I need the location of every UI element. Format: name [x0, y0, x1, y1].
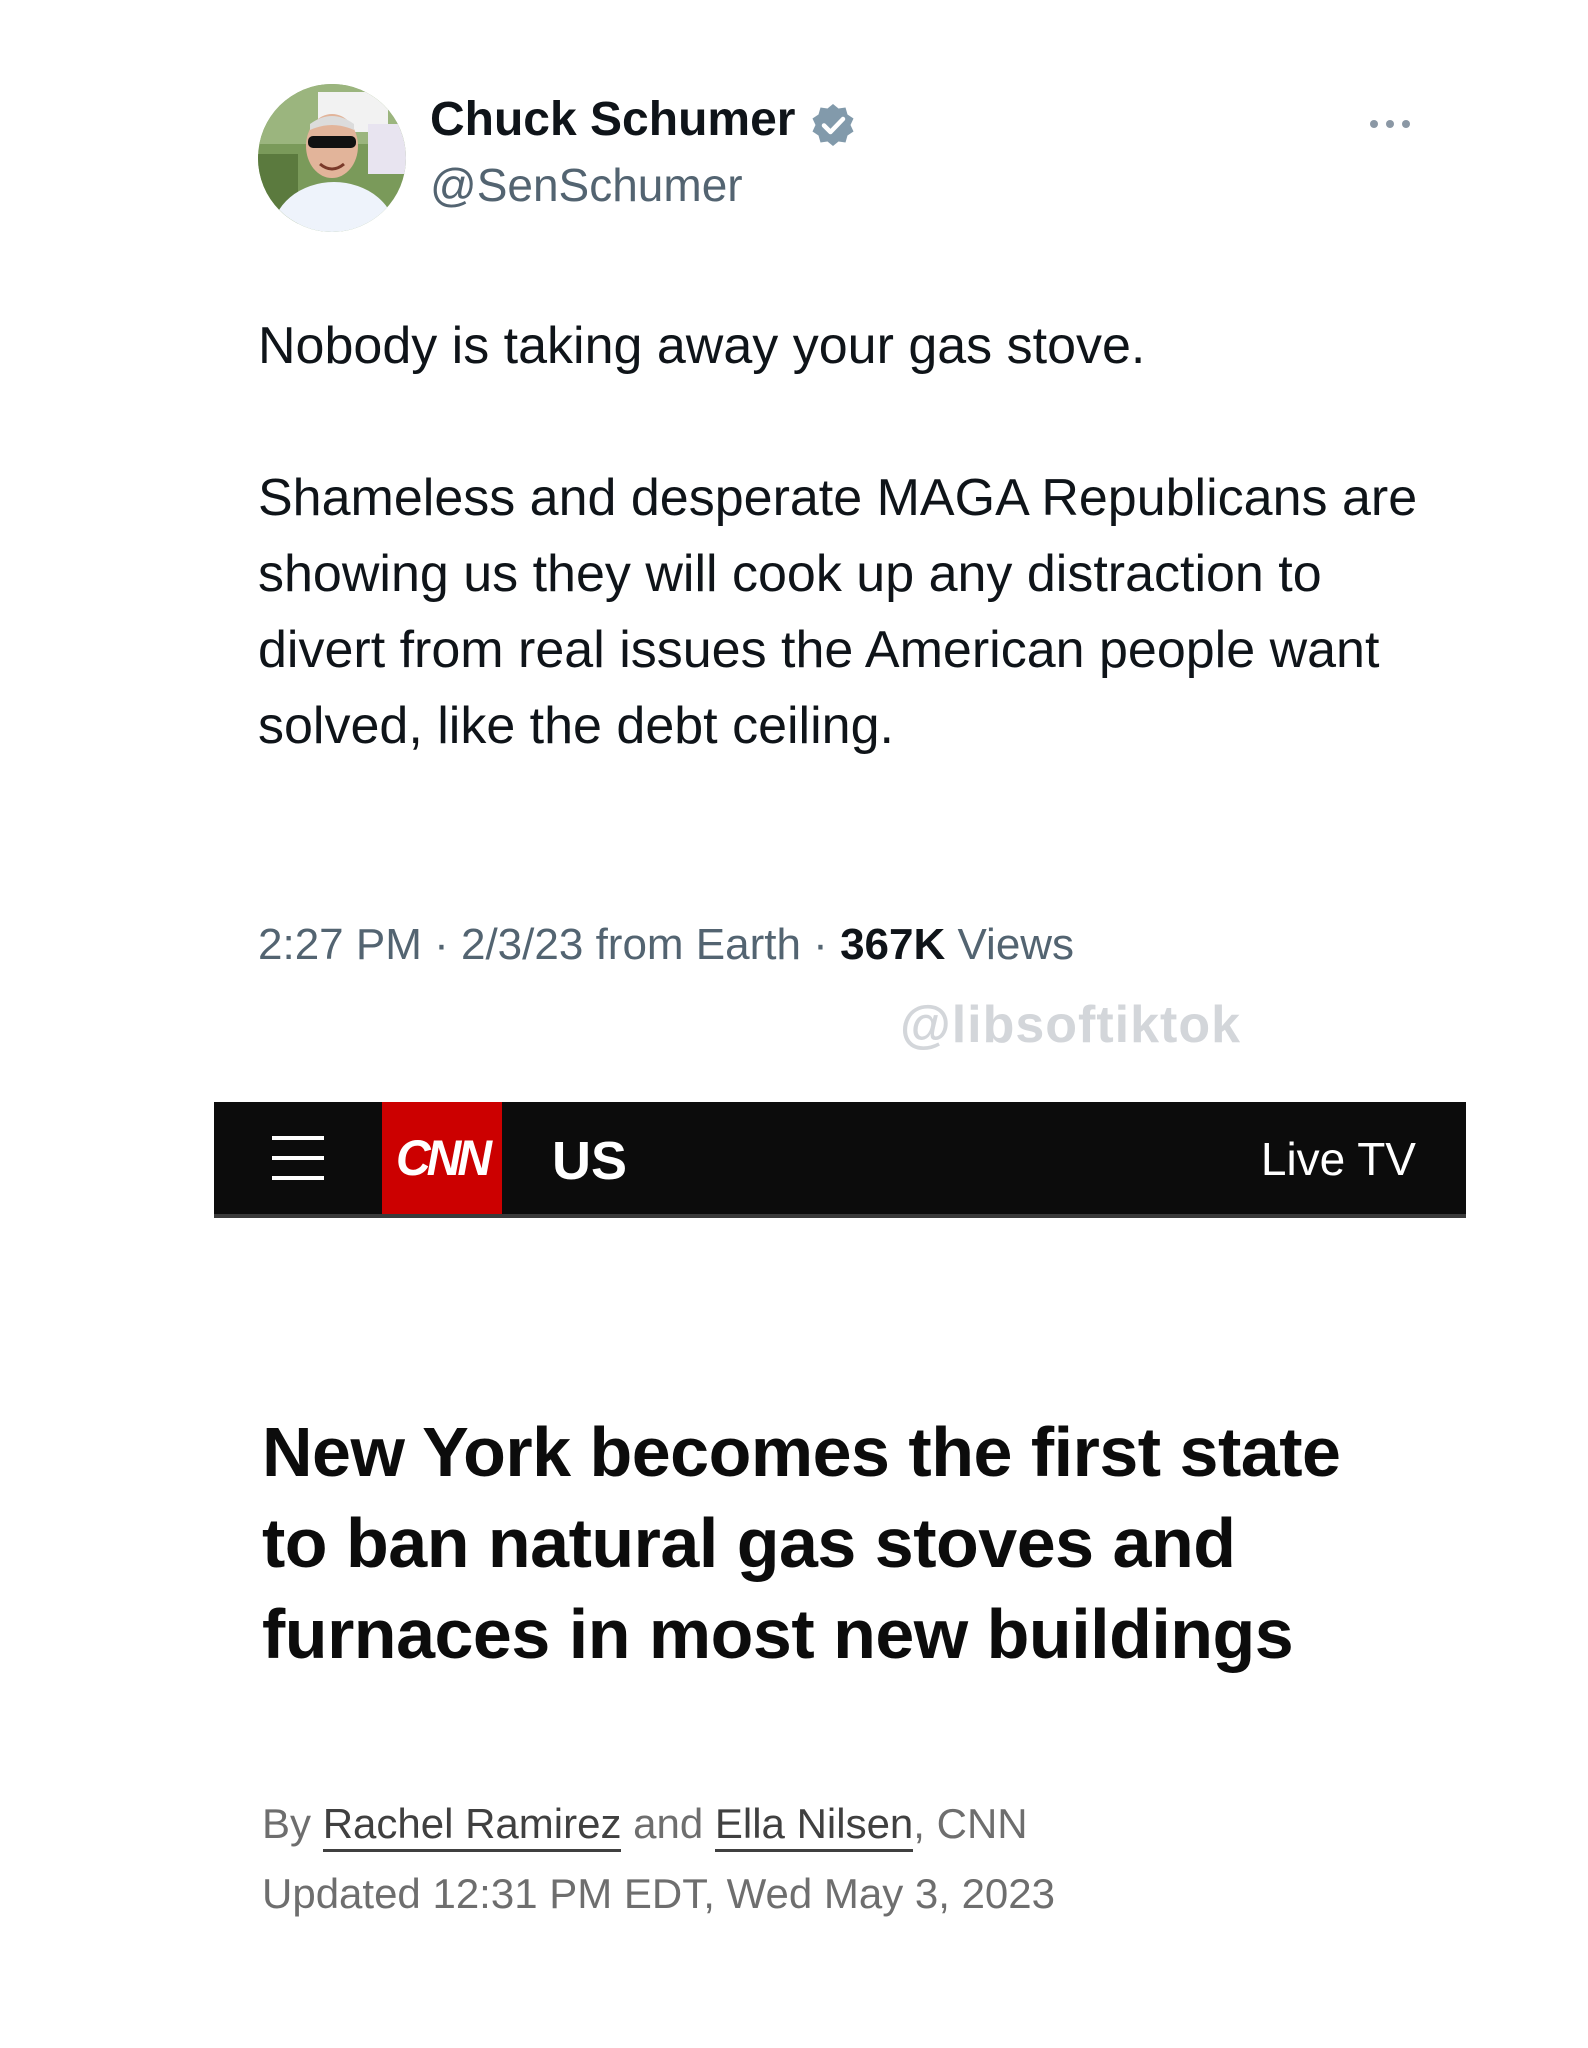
- cnn-logo[interactable]: CNN: [382, 1102, 502, 1214]
- cnn-logo-text: CNN: [396, 1130, 492, 1186]
- tweet-card: Chuck Schumer @SenSchumer Nobody is taki…: [0, 0, 1588, 1090]
- byline-by: By: [262, 1800, 312, 1847]
- tweet-meta: 2:27 PM · 2/3/23 from Earth · 367K Views: [258, 920, 1074, 970]
- section-link-us[interactable]: US: [552, 1130, 627, 1192]
- author-handle[interactable]: @SenSchumer: [430, 158, 743, 212]
- author-name[interactable]: Chuck Schumer: [430, 92, 795, 147]
- tweet-text-paragraph-1: Nobody is taking away your gas stove.: [258, 317, 1146, 375]
- author-link-ella-nilsen[interactable]: Ella Nilsen: [714, 1800, 914, 1852]
- avatar-photo: [258, 84, 406, 232]
- article-updated-timestamp: Updated 12:31 PM EDT, Wed May 3, 2023: [262, 1870, 1055, 1917]
- meta-separator: ·: [421, 920, 461, 969]
- author-link-rachel-ramirez[interactable]: Rachel Ramirez: [322, 1800, 622, 1852]
- tweet-source: from Earth: [595, 920, 801, 969]
- verified-badge-icon: [812, 104, 854, 146]
- tweet-text-paragraph-2: Shameless and desperate MAGA Republicans…: [258, 469, 1418, 755]
- article-headline: New York becomes the first state to ban …: [262, 1412, 1341, 1673]
- cnn-nav-bar: CNN US Live TV: [214, 1102, 1466, 1218]
- byline-and: and: [633, 1800, 704, 1847]
- views-count[interactable]: 367K: [840, 920, 945, 969]
- meta-separator: ·: [800, 920, 841, 969]
- author-avatar[interactable]: [258, 84, 406, 232]
- tweet-date[interactable]: 2/3/23: [461, 920, 583, 969]
- tweet-time[interactable]: 2:27 PM: [258, 920, 422, 969]
- live-tv-link[interactable]: Live TV: [1261, 1132, 1416, 1186]
- watermark: @libsoftiktok: [900, 996, 1242, 1054]
- more-options-icon[interactable]: [1368, 110, 1412, 138]
- views-label: Views: [957, 920, 1075, 969]
- byline-outlet: , CNN: [913, 1800, 1028, 1847]
- article-byline: By Rachel Ramirez and Ella Nilsen, CNN: [262, 1800, 1028, 1852]
- hamburger-menu-icon[interactable]: [272, 1132, 324, 1184]
